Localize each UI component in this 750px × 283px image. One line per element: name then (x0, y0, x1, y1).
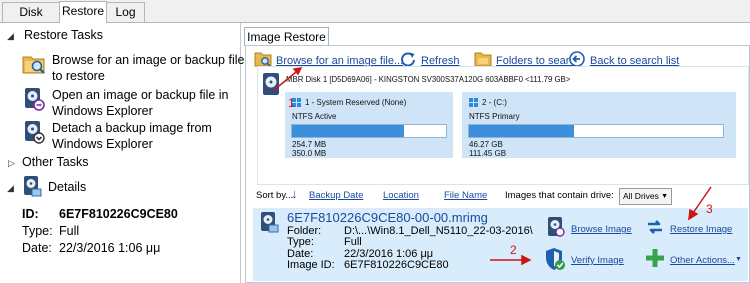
annotation-number-1: 1 (288, 96, 295, 110)
annotation-arrowhead-2 (521, 254, 532, 266)
annotation-number-2: 2 (510, 243, 517, 257)
annotation-number-3: 3 (706, 202, 713, 216)
annotation-overlay (273, 67, 712, 266)
annotation-arrowhead-3 (688, 208, 699, 221)
